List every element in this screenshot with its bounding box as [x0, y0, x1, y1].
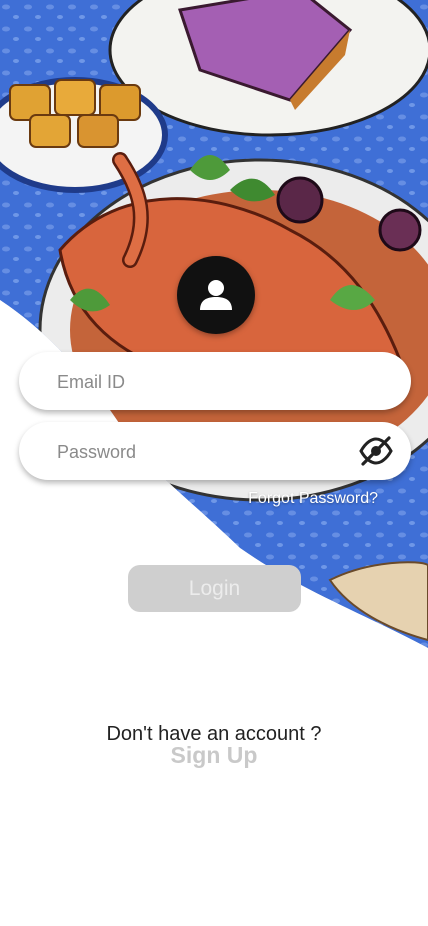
password-field[interactable]: [19, 422, 411, 482]
eye-off-icon[interactable]: [359, 436, 393, 466]
sign-up-link[interactable]: Sign Up: [0, 742, 428, 769]
email-input[interactable]: [55, 352, 359, 412]
user-icon: [200, 280, 232, 310]
avatar: [177, 256, 255, 334]
forgot-password-link[interactable]: Forgot Password?: [248, 490, 378, 508]
email-field[interactable]: [19, 352, 411, 412]
password-input[interactable]: [55, 422, 359, 482]
login-button[interactable]: Login: [128, 565, 301, 612]
